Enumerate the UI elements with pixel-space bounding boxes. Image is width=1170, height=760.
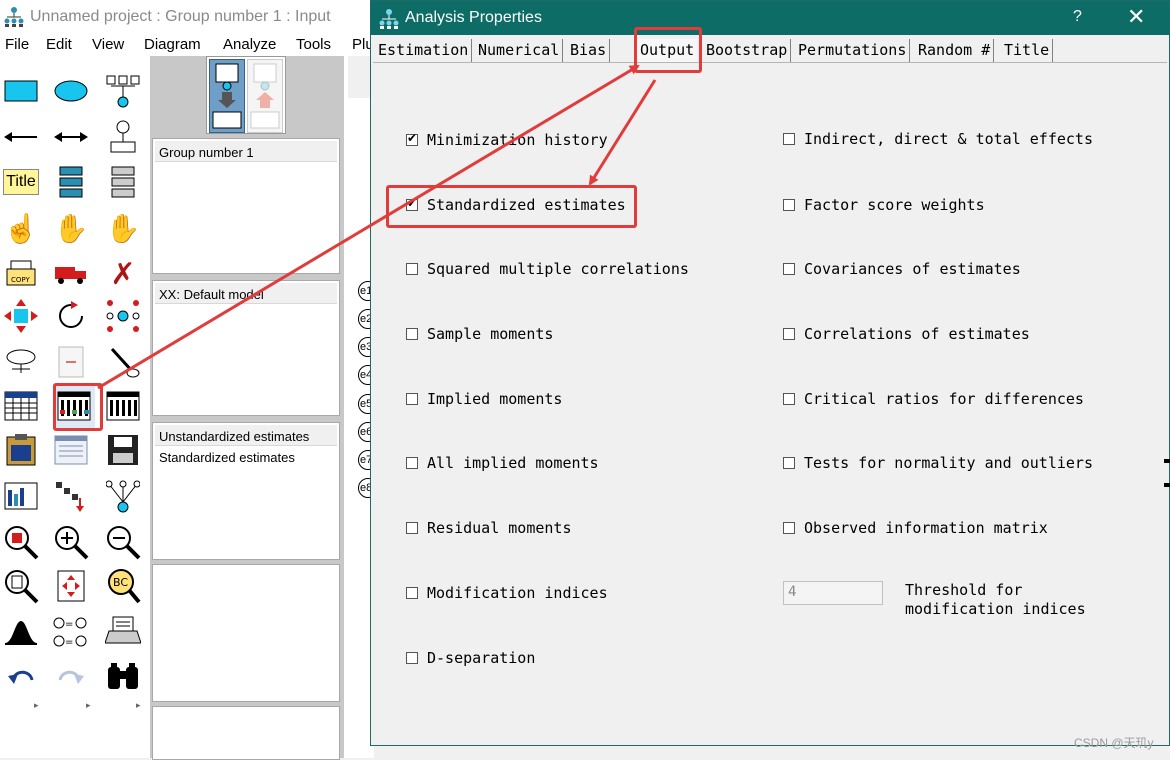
background-window-edge — [1162, 455, 1170, 495]
watermark: CSDN @天玑y — [1074, 736, 1154, 750]
annotation-arrows — [97, 64, 657, 390]
arrow-to-standardized-estimates — [588, 79, 657, 186]
arrow-to-output-tab — [97, 64, 640, 390]
edge-mark-icon — [1164, 459, 1170, 487]
